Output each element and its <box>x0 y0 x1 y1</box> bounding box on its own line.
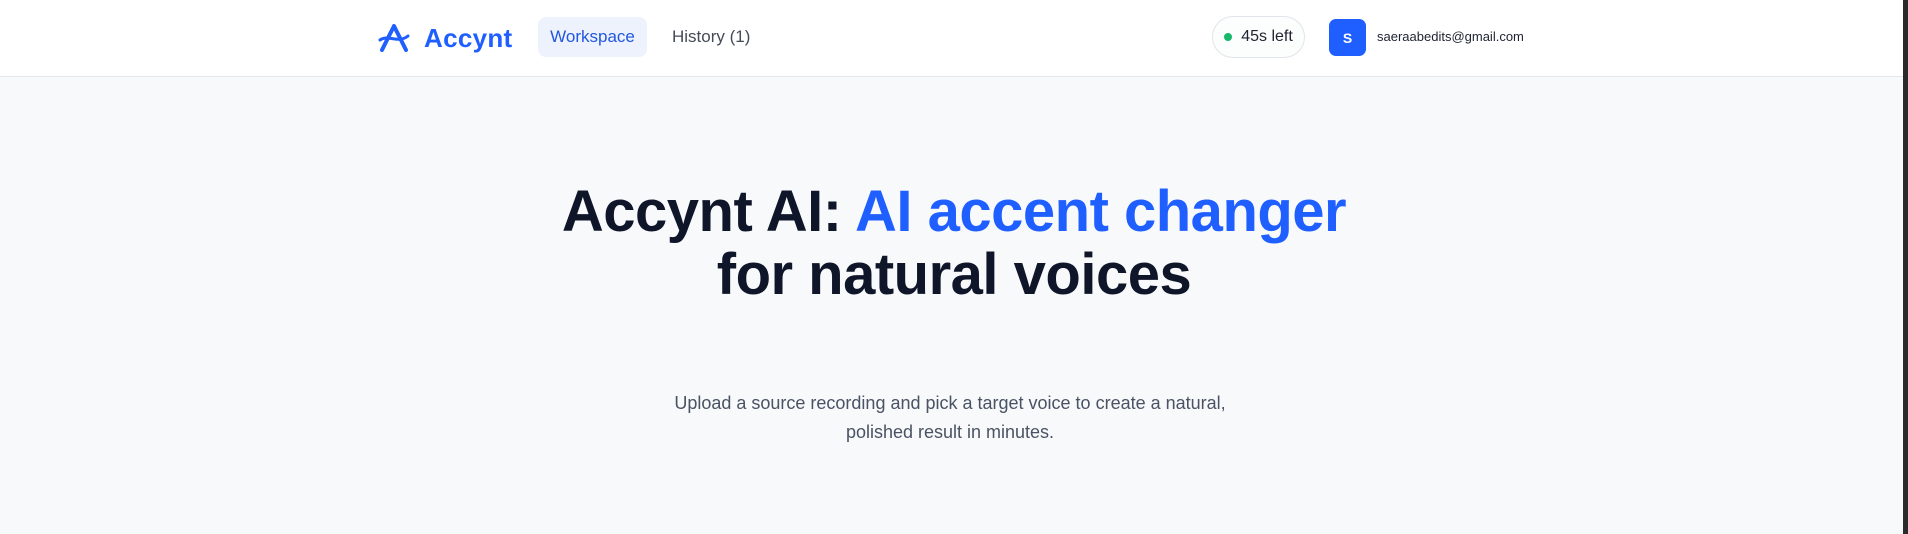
hero-title-part2: for natural voices <box>716 242 1192 307</box>
top-navigation-bar: Accynt Workspace History (1) 45s left S … <box>0 0 1903 77</box>
tab-workspace[interactable]: Workspace <box>538 17 647 57</box>
hero-subtitle: Upload a source recording and pick a tar… <box>674 393 1226 442</box>
tab-history[interactable]: History (1) <box>656 17 766 57</box>
brand-name: Accynt <box>424 22 513 53</box>
brand-logo-icon <box>378 24 410 52</box>
status-dot-icon <box>1224 33 1233 41</box>
brand-logo[interactable]: Accynt <box>378 20 513 56</box>
user-email[interactable]: saeraabedits@gmail.com <box>1377 29 1524 44</box>
user-avatar[interactable]: S <box>1329 19 1366 56</box>
hero-title-part1: Accynt AI: <box>561 179 855 244</box>
hero-title: Accynt AI: AI accent changer for natural… <box>554 180 1354 306</box>
window-scrollbar[interactable] <box>1903 0 1908 534</box>
time-remaining-text: 45s left <box>1241 28 1293 45</box>
hero-title-accent: AI accent changer <box>855 179 1347 244</box>
time-remaining-badge: 45s left <box>1212 16 1305 58</box>
